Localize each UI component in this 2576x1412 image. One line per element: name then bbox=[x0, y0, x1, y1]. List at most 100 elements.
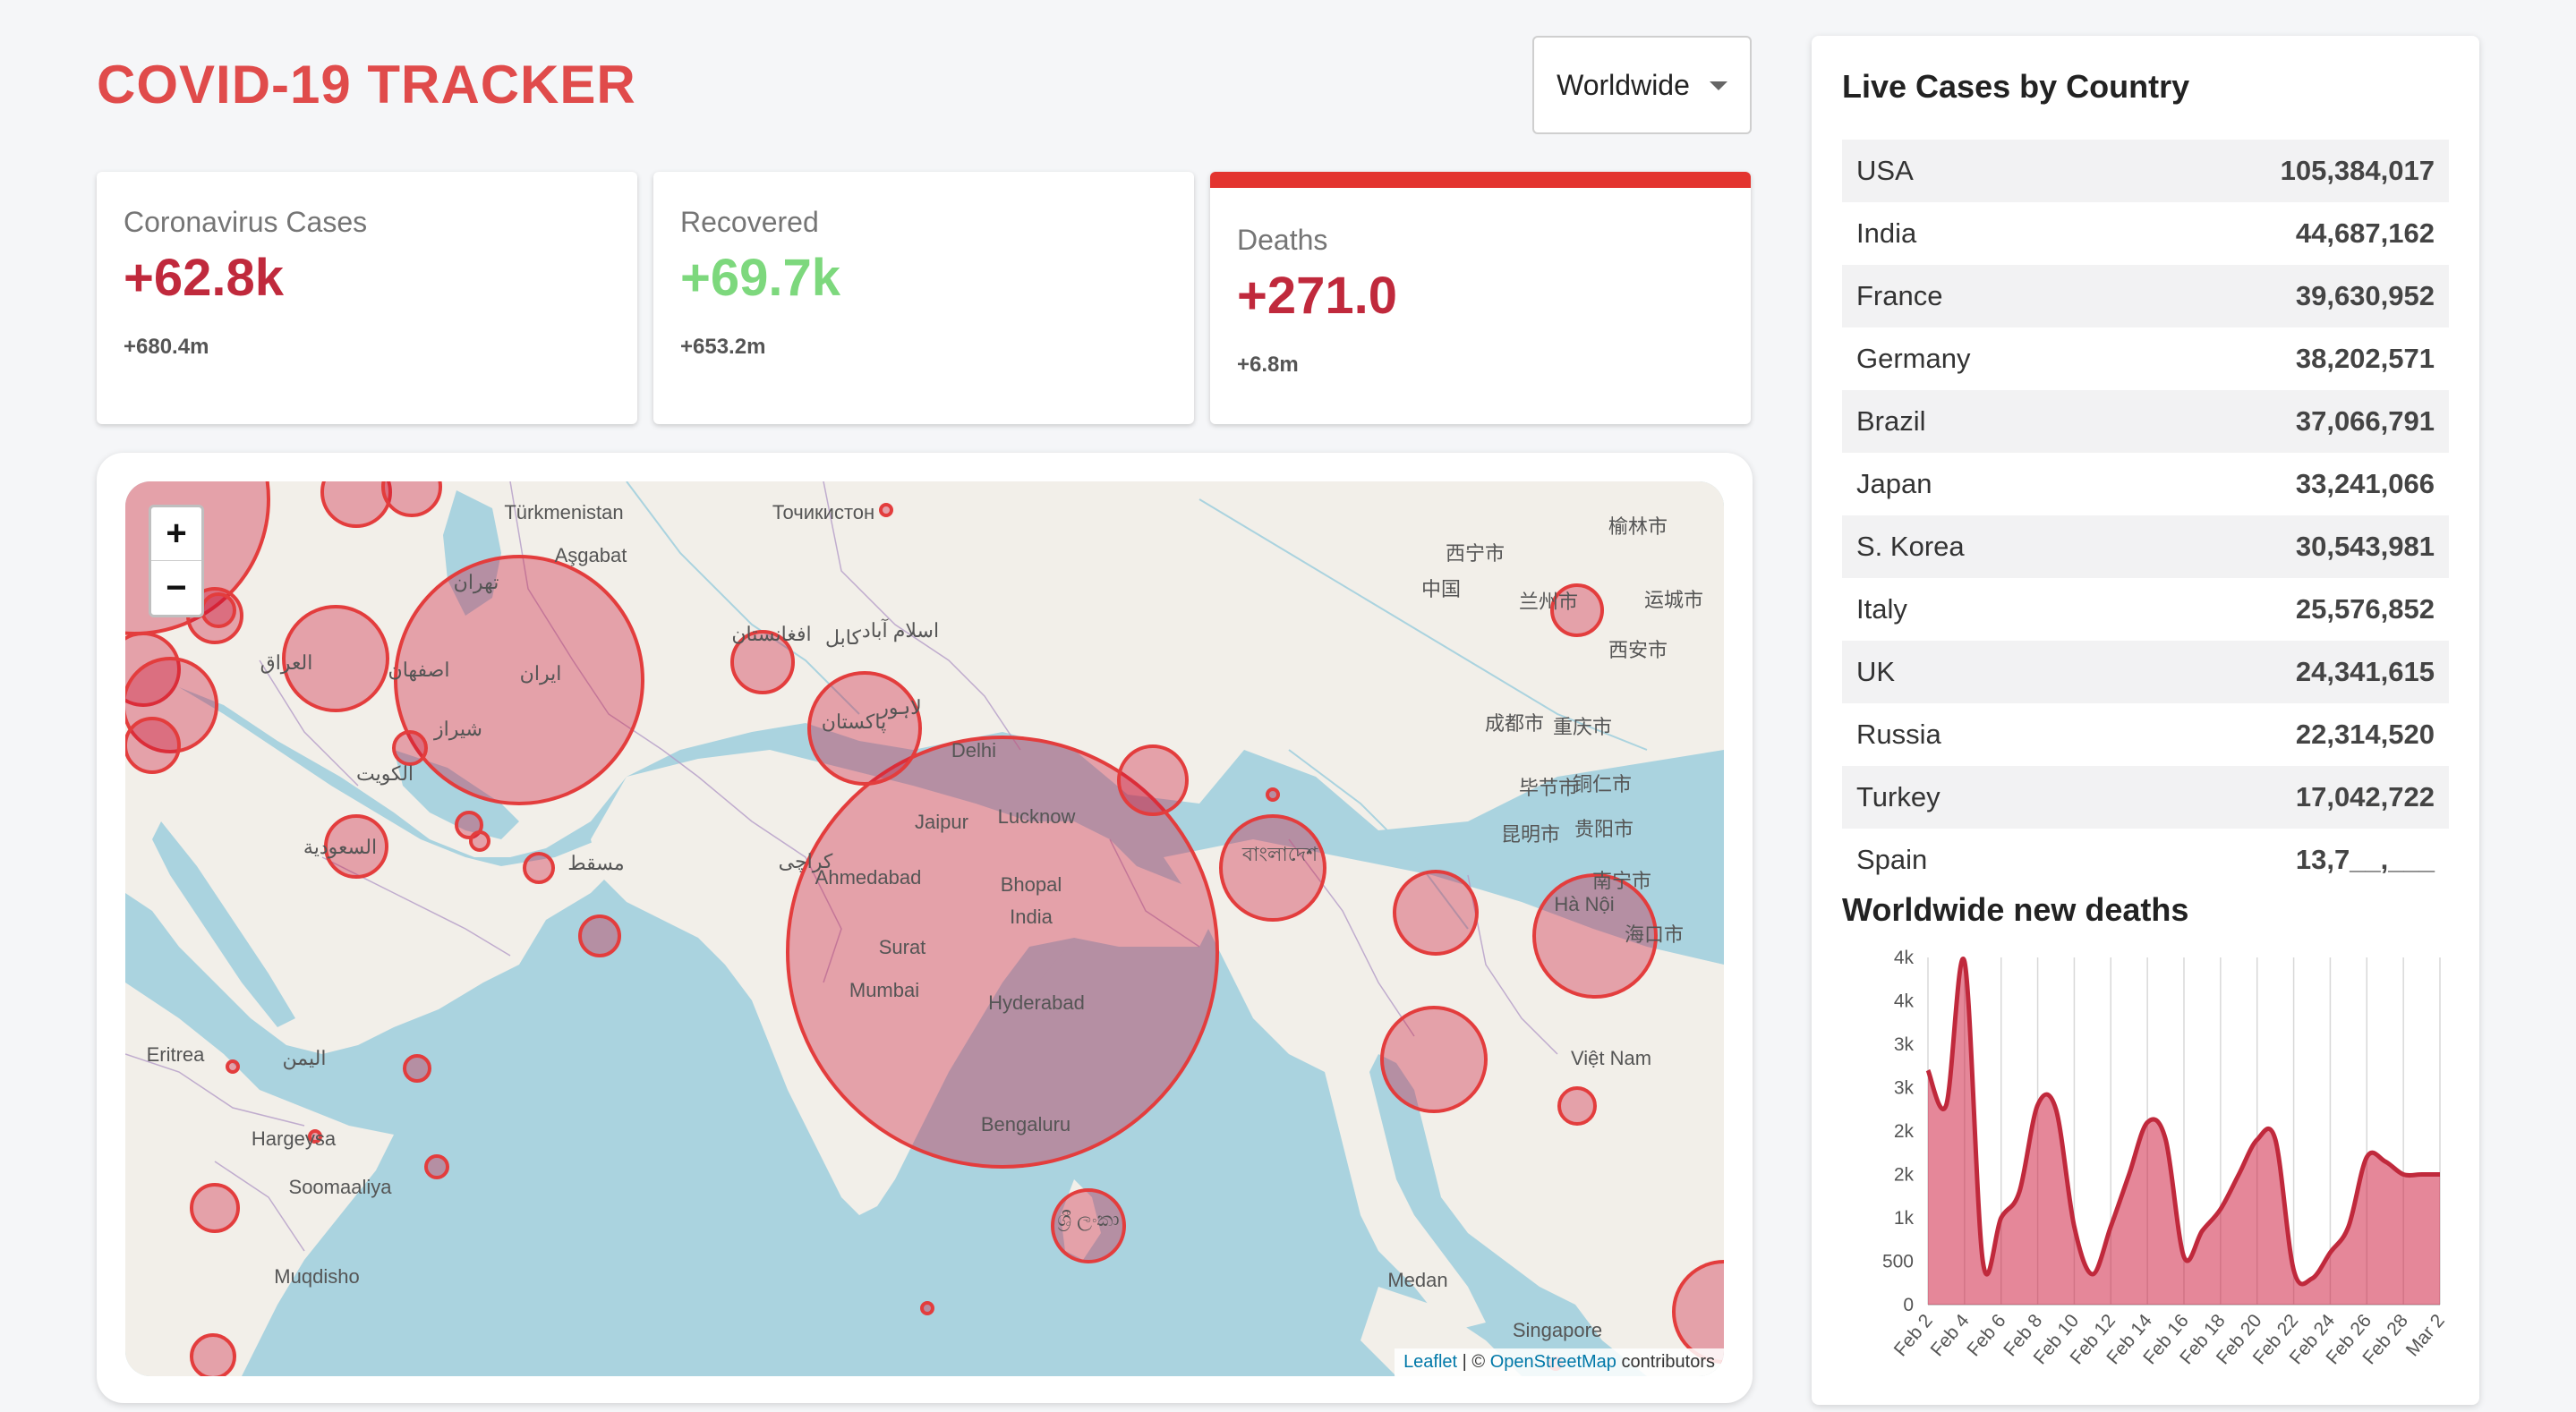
country-select[interactable]: Worldwide bbox=[1532, 36, 1752, 134]
chevron-down-icon bbox=[1709, 81, 1727, 90]
y-tick-label: 0 bbox=[1903, 1295, 1914, 1315]
map-label: مسقط bbox=[567, 852, 624, 874]
zoom-in-button[interactable]: + bbox=[151, 507, 201, 561]
attribution-suffix: contributors bbox=[1616, 1352, 1715, 1372]
map-label: Mumbai bbox=[849, 979, 919, 1001]
map-label: 南宁市 bbox=[1592, 870, 1651, 892]
map-label: Muqdisho bbox=[274, 1265, 359, 1288]
map-label: 重庆市 bbox=[1553, 716, 1612, 738]
map-label: اسلام آباد bbox=[862, 618, 939, 642]
app-title: COVID-19 TRACKER bbox=[97, 55, 636, 115]
cases-total: +680.4m bbox=[124, 335, 209, 359]
map-label: Medan bbox=[1387, 1269, 1447, 1291]
country-name: Italy bbox=[1856, 593, 1907, 625]
map-label: Eritrea bbox=[147, 1043, 206, 1066]
country-name: USA bbox=[1856, 155, 1914, 186]
map-label: ایران bbox=[520, 662, 562, 685]
table-row: USA 105,384,017 bbox=[1842, 140, 2449, 202]
map-label: 运城市 bbox=[1644, 589, 1703, 611]
x-tick-label: Feb 6 bbox=[1963, 1310, 2009, 1360]
map-label: 西宁市 bbox=[1446, 542, 1505, 565]
table-row: Russia 22,314,520 bbox=[1842, 703, 2449, 766]
deaths-title: Deaths bbox=[1237, 224, 1328, 256]
country-cases: 37,066,791 bbox=[2295, 405, 2435, 437]
cases-title: Coronavirus Cases bbox=[124, 206, 368, 238]
country-name: Japan bbox=[1856, 468, 1932, 499]
y-tick-label: 2k bbox=[1894, 1121, 1915, 1142]
map-label: Soomaaliya bbox=[289, 1176, 393, 1198]
map-label: کراچی bbox=[779, 850, 833, 873]
country-cases: 24,341,615 bbox=[2295, 656, 2435, 687]
country-cases: 39,630,952 bbox=[2295, 280, 2435, 311]
country-name: Brazil bbox=[1856, 405, 1926, 437]
map-label: Surat bbox=[879, 936, 926, 958]
map-label: ශ්‍රී ලංකා bbox=[1057, 1208, 1119, 1231]
map-label: Türkmenistan bbox=[504, 501, 623, 523]
chart-svg: Feb 2Feb 4Feb 6Feb 8Feb 10Feb 12Feb 14Fe… bbox=[1882, 948, 2449, 1368]
recovered-value: +69.7k bbox=[680, 249, 841, 307]
map-label: Aşgabat bbox=[555, 544, 627, 566]
sidebar: Live Cases by Country USA 105,384,017 Indi… bbox=[1812, 36, 2479, 1405]
country-cases: 17,042,722 bbox=[2295, 781, 2435, 812]
map-label: لاہور bbox=[878, 696, 921, 719]
zoom-out-button[interactable]: − bbox=[151, 561, 201, 615]
map-label: Точикистон bbox=[772, 501, 874, 523]
country-cases: 30,543,981 bbox=[2295, 531, 2435, 562]
table-row: Italy 25,576,852 bbox=[1842, 578, 2449, 641]
map-attribution: Leaflet | © OpenStreetMap contributors bbox=[1395, 1348, 1724, 1376]
map-label: Bengaluru bbox=[981, 1113, 1070, 1136]
chart-title: Worldwide new deaths bbox=[1842, 891, 2189, 928]
map-label: السعودية bbox=[303, 836, 377, 859]
leaflet-link[interactable]: Leaflet bbox=[1403, 1352, 1457, 1372]
recovered-title: Recovered bbox=[680, 206, 819, 238]
map-label: 毕节市 bbox=[1519, 777, 1578, 799]
country-cases: 33,241,066 bbox=[2295, 468, 2435, 499]
map-label: 中国 bbox=[1421, 578, 1461, 600]
map-label: العراق bbox=[260, 651, 313, 675]
map-label: 西安市 bbox=[1608, 639, 1668, 661]
country-name: UK bbox=[1856, 656, 1896, 687]
map-label: Hyderabad bbox=[988, 991, 1085, 1014]
map-label: اصفهان bbox=[388, 659, 450, 682]
map-label: Lucknow bbox=[998, 805, 1076, 828]
osm-link[interactable]: OpenStreetMap bbox=[1490, 1352, 1616, 1372]
table-row: UK 24,341,615 bbox=[1842, 641, 2449, 703]
map-label: Jaipur bbox=[915, 811, 968, 833]
map-label: 榆林市 bbox=[1608, 515, 1668, 538]
map-label: Việt Nam bbox=[1571, 1047, 1651, 1069]
world-map[interactable]: Türkmenistan Aşgabat Точикистон Delhi Jaipur… bbox=[125, 481, 1724, 1376]
map-label: 兰州市 bbox=[1519, 591, 1578, 613]
country-table[interactable]: USA 105,384,017 India 44,687,162 France 39,63… bbox=[1842, 140, 2449, 893]
table-row: India 44,687,162 bbox=[1842, 202, 2449, 265]
country-name: Russia bbox=[1856, 719, 1941, 750]
y-tick-label: 500 bbox=[1882, 1252, 1914, 1272]
y-tick-label: 3k bbox=[1894, 1034, 1915, 1055]
map-panel: Türkmenistan Aşgabat Точикистон Delhi Jaipur… bbox=[97, 453, 1753, 1403]
table-row: France 39,630,952 bbox=[1842, 265, 2449, 327]
y-tick-label: 1k bbox=[1894, 1208, 1915, 1229]
country-cases: 13,7__,___ bbox=[2295, 844, 2435, 875]
map-label: Hargeysa bbox=[252, 1127, 337, 1150]
map-label: افغانستان bbox=[731, 623, 811, 645]
table-row: Spain 13,7__,___ bbox=[1842, 829, 2449, 891]
attribution-separator: | © bbox=[1457, 1352, 1490, 1372]
table-row: S. Korea 30,543,981 bbox=[1842, 515, 2449, 578]
country-name: S. Korea bbox=[1856, 531, 1965, 562]
live-cases-title: Live Cases by Country bbox=[1842, 68, 2190, 105]
country-name: Spain bbox=[1856, 844, 1928, 875]
map-label: پاکستان bbox=[822, 710, 886, 734]
country-cases: 25,576,852 bbox=[2295, 593, 2435, 625]
cases-value: +62.8k bbox=[124, 249, 285, 307]
map-label: Bhopal bbox=[1001, 873, 1062, 896]
country-cases: 105,384,017 bbox=[2280, 155, 2435, 186]
zoom-control: + − bbox=[149, 505, 204, 617]
deaths-card[interactable]: Deaths +271.0 +6.8m bbox=[1210, 172, 1751, 424]
map-label: کابل bbox=[825, 626, 861, 649]
map-label: বাংলাদেশ bbox=[1241, 843, 1318, 865]
country-name: Turkey bbox=[1856, 781, 1941, 812]
y-tick-label: 2k bbox=[1894, 1165, 1915, 1186]
map-label: اليمن bbox=[283, 1047, 327, 1070]
y-tick-label: 3k bbox=[1894, 1078, 1915, 1099]
cases-card[interactable]: Coronavirus Cases +62.8k +680.4m bbox=[97, 172, 637, 424]
recovered-card[interactable]: Recovered +69.7k +653.2m bbox=[653, 172, 1194, 424]
